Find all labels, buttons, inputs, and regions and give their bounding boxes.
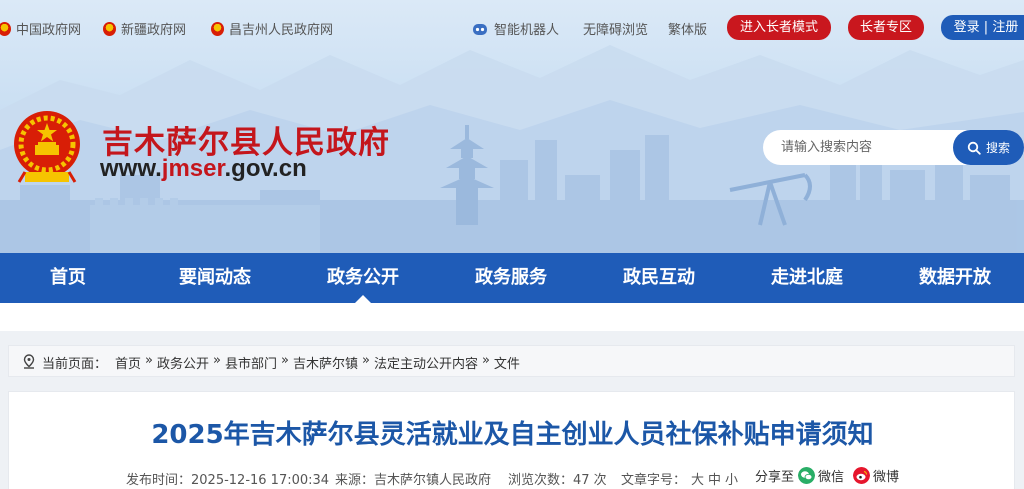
link-label: 昌吉州人民政府网 bbox=[229, 23, 334, 38]
url-domain: jmser bbox=[161, 155, 225, 182]
link-xinjiang-gov[interactable]: 新疆政府网 bbox=[103, 19, 186, 38]
search-button-label: 搜索 bbox=[985, 141, 1010, 155]
nav-item-interaction[interactable]: 政民互动 bbox=[604, 253, 714, 303]
breadcrumb-separator: » bbox=[280, 353, 289, 368]
search-input[interactable] bbox=[781, 130, 951, 165]
breadcrumb-separator: » bbox=[213, 353, 221, 368]
emblem-icon bbox=[211, 21, 224, 36]
nav-item-beiting[interactable]: 走进北庭 bbox=[752, 253, 862, 303]
breadcrumb-item-home[interactable]: 首页 bbox=[115, 353, 141, 372]
share-weibo[interactable]: 微博 bbox=[853, 466, 899, 485]
url-suffix: .gov.cn bbox=[224, 155, 307, 182]
wechat-label: 微信 bbox=[818, 470, 845, 485]
nav-item-open-data[interactable]: 数据开放 bbox=[900, 253, 1010, 303]
weibo-label: 微博 bbox=[873, 470, 900, 485]
robot-label: 智能机器人 bbox=[494, 23, 560, 38]
article-title: 2025年吉木萨尔县灵活就业及自主创业人员社保补贴申请须知 bbox=[151, 420, 874, 450]
emblem-icon bbox=[0, 21, 11, 36]
article-panel: 2025年吉木萨尔县灵活就业及自主创业人员社保补贴申请须知 发布时间：2025-… bbox=[8, 391, 1015, 489]
spacer-strip bbox=[0, 303, 1024, 331]
breadcrumb-separator: » bbox=[481, 353, 490, 368]
font-size-small[interactable]: 小 bbox=[725, 469, 738, 488]
breadcrumb-label: 当前页面： bbox=[42, 357, 108, 372]
breadcrumb-item-departments[interactable]: 县市部门 bbox=[225, 353, 277, 372]
robot-link[interactable]: 智能机器人 bbox=[471, 19, 559, 38]
view-count: 浏览次数：47 次 bbox=[508, 473, 607, 488]
link-label: 中国政府网 bbox=[16, 23, 82, 38]
font-size-large[interactable]: 大 bbox=[691, 469, 704, 488]
nav-item-news[interactable]: 要闻动态 bbox=[160, 253, 270, 303]
share-wechat[interactable]: 微信 bbox=[798, 466, 844, 485]
link-gov-cn[interactable]: 中国政府网 bbox=[0, 19, 81, 38]
location-icon bbox=[23, 354, 35, 369]
nav-item-gov-services[interactable]: 政务服务 bbox=[456, 253, 566, 303]
breadcrumb-item-town[interactable]: 吉木萨尔镇 bbox=[293, 353, 358, 372]
breadcrumb-item-gov-affairs[interactable]: 政务公开 bbox=[157, 353, 209, 372]
login-register-button[interactable]: 登录 | 注册 bbox=[941, 15, 1024, 40]
breadcrumb-trail: 首页 » 政务公开 » 县市部门 » 吉木萨尔镇 » 法定主动公开内容 » 文件 bbox=[115, 353, 520, 372]
nav-item-home[interactable]: 首页 bbox=[20, 253, 116, 303]
header-banner: 中国政府网 新疆政府网 昌吉州人民政府网 智能机器人 无障碍浏览 繁体版 进入长… bbox=[0, 0, 1024, 253]
breadcrumb-separator: » bbox=[145, 353, 153, 368]
publish-time: 发布时间：2025-12-16 17:00:34 bbox=[126, 473, 330, 488]
search-button[interactable]: 搜索 bbox=[953, 130, 1024, 165]
traditional-chinese-link[interactable]: 繁体版 bbox=[668, 19, 707, 38]
top-bar: 中国政府网 新疆政府网 昌吉州人民政府网 智能机器人 无障碍浏览 繁体版 进入长… bbox=[0, 0, 1024, 56]
search-icon bbox=[967, 141, 981, 155]
elder-zone-button[interactable]: 长者专区 bbox=[848, 15, 924, 40]
breadcrumb-item-statutory[interactable]: 法定主动公开内容 bbox=[374, 353, 478, 372]
breadcrumb-item-documents[interactable]: 文件 bbox=[494, 353, 520, 372]
site-url: www.jmser.gov.cn bbox=[100, 155, 307, 183]
font-size-medium[interactable]: 中 bbox=[708, 469, 721, 488]
link-changji-gov[interactable]: 昌吉州人民政府网 bbox=[211, 19, 333, 38]
national-emblem-icon bbox=[14, 111, 80, 183]
emblem-icon bbox=[103, 21, 116, 36]
link-label: 新疆政府网 bbox=[121, 23, 187, 38]
breadcrumb: 当前页面： 首页 » 政务公开 » 县市部门 » 吉木萨尔镇 » 法定主动公开内… bbox=[8, 345, 1015, 377]
breadcrumb-separator: » bbox=[361, 353, 370, 368]
url-prefix: www. bbox=[100, 155, 162, 182]
share-label: 分享至 bbox=[755, 470, 795, 485]
robot-icon bbox=[473, 23, 487, 35]
main-nav: 首页 要闻动态 政务公开 政务服务 政民互动 走进北庭 数据开放 bbox=[0, 253, 1024, 303]
weibo-icon bbox=[853, 467, 871, 484]
article-source: 来源：吉木萨尔镇人民政府 bbox=[335, 473, 492, 488]
elder-mode-button[interactable]: 进入长者模式 bbox=[727, 15, 831, 40]
font-size-label: 文章字号： bbox=[621, 473, 687, 488]
wechat-icon bbox=[798, 467, 816, 484]
share-bar: 分享至 微信 微博 bbox=[755, 466, 899, 485]
accessible-link[interactable]: 无障碍浏览 bbox=[583, 19, 648, 38]
active-nav-indicator bbox=[355, 295, 371, 303]
